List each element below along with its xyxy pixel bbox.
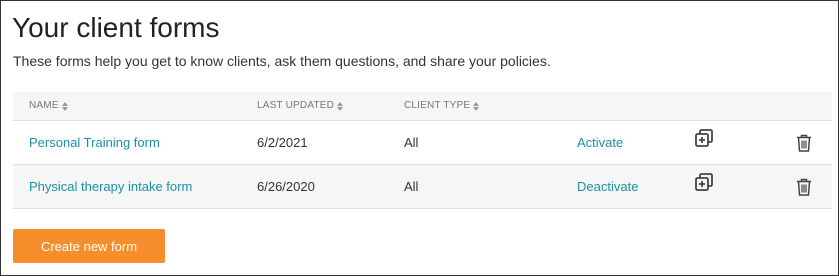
last-updated-value: 6/2/2021 [257,135,308,150]
page-subtitle: These forms help you get to know clients… [13,53,551,69]
create-new-form-button[interactable]: Create new form [13,229,165,263]
sort-icon[interactable] [61,101,69,111]
client-type-value: All [404,179,419,194]
column-header-last-updated[interactable]: LAST UPDATED [257,92,344,120]
form-name-link[interactable]: Personal Training form [29,121,160,164]
deactivate-link[interactable]: Deactivate [577,165,638,208]
duplicate-icon[interactable] [694,172,714,194]
trash-icon[interactable] [794,133,814,155]
table-row: Physical therapy intake form 6/26/2020 A… [13,165,832,209]
column-header-name-label: NAME [29,100,59,111]
table-header: NAME LAST UPDATED CLIENT TYPE [13,92,832,121]
table-row: Personal Training form 6/2/2021 All Acti… [13,121,832,165]
activate-link[interactable]: Activate [577,121,623,164]
sort-icon[interactable] [473,101,480,111]
client-forms-panel: Your client forms These forms help you g… [0,0,839,276]
trash-icon[interactable] [794,177,814,199]
column-header-last-updated-label: LAST UPDATED [257,100,335,111]
forms-table: NAME LAST UPDATED CLIENT TYPE Personal T… [13,92,832,209]
column-header-client-type[interactable]: CLIENT TYPE [404,92,480,120]
page-title: Your client forms [12,12,220,43]
last-updated-value: 6/26/2020 [257,179,315,194]
form-name-link[interactable]: Physical therapy intake form [29,165,192,208]
duplicate-icon[interactable] [694,128,714,150]
sort-icon[interactable] [337,101,344,111]
client-type-value: All [404,135,419,150]
column-header-name[interactable]: NAME [29,92,69,120]
column-header-client-type-label: CLIENT TYPE [404,100,471,111]
